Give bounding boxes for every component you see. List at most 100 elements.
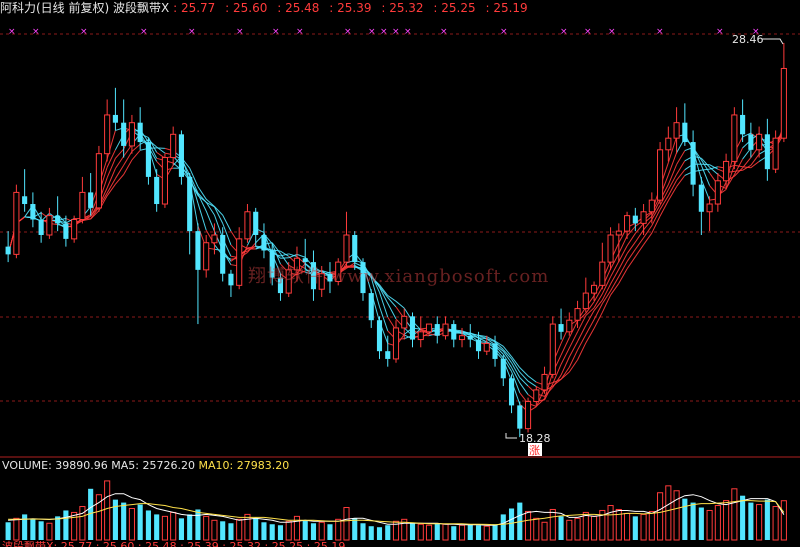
- candle-body-up: [401, 315, 408, 329]
- ribbon-segment: [123, 159, 133, 175]
- ribbon-segment: [568, 349, 579, 368]
- candle-body-down: [88, 192, 94, 208]
- ribbon-segment: [742, 147, 752, 160]
- candle-body-up: [95, 153, 102, 209]
- candle-body-up: [442, 323, 449, 337]
- volume-bar-up: [673, 490, 680, 541]
- candle-body-up: [723, 160, 730, 182]
- ribbon-segment: [676, 169, 686, 181]
- volume-bar-down: [121, 502, 127, 540]
- ribbon-segment: [519, 367, 529, 377]
- ribbon-segment: [618, 235, 628, 254]
- candle-body-up: [533, 389, 540, 403]
- cross-marker: ×: [656, 27, 664, 37]
- candle-body-up: [79, 191, 86, 221]
- candle-body-down: [764, 134, 770, 170]
- volume-bar-down: [368, 526, 374, 540]
- candle-body-up: [591, 284, 598, 294]
- volume-bar-down: [475, 525, 482, 540]
- price-grid: [0, 33, 800, 458]
- volume-bar-up: [458, 524, 466, 541]
- cross-marker: ×: [392, 27, 400, 37]
- volume-bar-up: [607, 505, 614, 541]
- candle-body-down: [187, 176, 193, 232]
- ribbon-segment: [197, 202, 207, 231]
- candle-body-up: [392, 327, 400, 360]
- candle-body-up: [46, 215, 53, 236]
- volume-bar-up: [549, 508, 556, 541]
- indicator-value-2: 25.60: [233, 1, 268, 15]
- candle-body-down: [451, 324, 457, 340]
- ribbon-segment: [527, 380, 537, 388]
- candle-body-down: [145, 142, 151, 177]
- candle-body-up: [425, 323, 433, 333]
- ribbon-segment: [560, 356, 570, 376]
- volume-bar-up: [541, 521, 548, 541]
- volume-bar-up: [318, 521, 325, 541]
- volume-bar-down: [748, 502, 754, 540]
- chart-header: 阿科力(日线 前复权) 波段飘带X : 25.77 : 25.60 : 25.4…: [0, 1, 528, 15]
- candle-body-down: [228, 273, 234, 286]
- ribbon-segment: [618, 245, 628, 262]
- candle-body-down: [508, 378, 515, 406]
- ribbon-segment: [634, 244, 644, 258]
- ribbon-segment: [742, 166, 751, 169]
- ribbon-segment: [205, 210, 215, 232]
- candle-body-up: [566, 319, 573, 333]
- ma10-value: 27983.20: [236, 459, 290, 472]
- volume-bar-up: [161, 515, 168, 541]
- candle-body-up: [582, 292, 589, 310]
- candle-body-down: [690, 142, 696, 185]
- volume-value: 39890.96: [55, 459, 108, 472]
- candle-body-up: [524, 401, 532, 430]
- volume-bar-up: [236, 518, 243, 541]
- volume-bar-down: [220, 521, 226, 540]
- ribbon-segment: [734, 169, 743, 172]
- volume-bar-down: [558, 516, 564, 540]
- volume-bar-down: [682, 498, 688, 540]
- ribbon-segment: [676, 175, 686, 187]
- indicator-value-4: 25.39: [337, 1, 372, 15]
- volume-bar-up: [591, 515, 598, 541]
- volume-bar-up: [417, 523, 424, 541]
- volume-bar-down: [112, 499, 118, 540]
- candle-body-down: [385, 351, 391, 359]
- ribbon-segment: [750, 161, 760, 169]
- candle-body-down: [682, 122, 688, 143]
- ribbon-segment: [395, 300, 405, 309]
- volume-bar-up: [46, 522, 53, 541]
- candle-body-up: [731, 114, 738, 162]
- candle-body-down: [558, 324, 564, 332]
- volume-bar-down: [352, 518, 358, 540]
- candle-body-down: [492, 343, 498, 359]
- candle-body-down: [517, 405, 523, 429]
- candle-body-down: [38, 219, 44, 235]
- volume-bar-up: [624, 512, 631, 541]
- ribbon-segment: [115, 148, 125, 159]
- volume-label: VOLUME:: [2, 459, 52, 472]
- volume-bar-up: [170, 511, 177, 541]
- candle-body-down: [195, 231, 201, 270]
- volume-bar-up: [211, 519, 218, 541]
- candle-body-up: [236, 238, 243, 286]
- ma5-label: MA5:: [111, 459, 140, 472]
- volume-bar-down: [327, 524, 333, 540]
- volume-bar-up: [483, 525, 490, 541]
- volume-bar-down: [764, 499, 770, 540]
- ribbon-segment: [585, 319, 595, 335]
- zhang-mark: 涨: [529, 444, 540, 457]
- candle-body-up: [13, 191, 20, 255]
- watermark-text: 翔博软件 www.xiangbosoft.com: [248, 266, 550, 287]
- volume-bar-up: [425, 524, 433, 541]
- cross-marker: ×: [140, 27, 148, 37]
- ribbon-segment: [593, 312, 603, 329]
- candle-body-up: [161, 157, 168, 205]
- cross-marker: ×: [500, 27, 508, 37]
- candle-body-up: [665, 137, 672, 151]
- volume-bar-down: [253, 518, 259, 540]
- cross-markers: × × × × × × × × × × × × × × × × × × × × ×: [8, 27, 760, 37]
- candle-body-down: [121, 122, 127, 146]
- candlestick-series: [5, 42, 787, 438]
- candle-body-down: [112, 114, 118, 123]
- ribbon-segment: [222, 214, 232, 232]
